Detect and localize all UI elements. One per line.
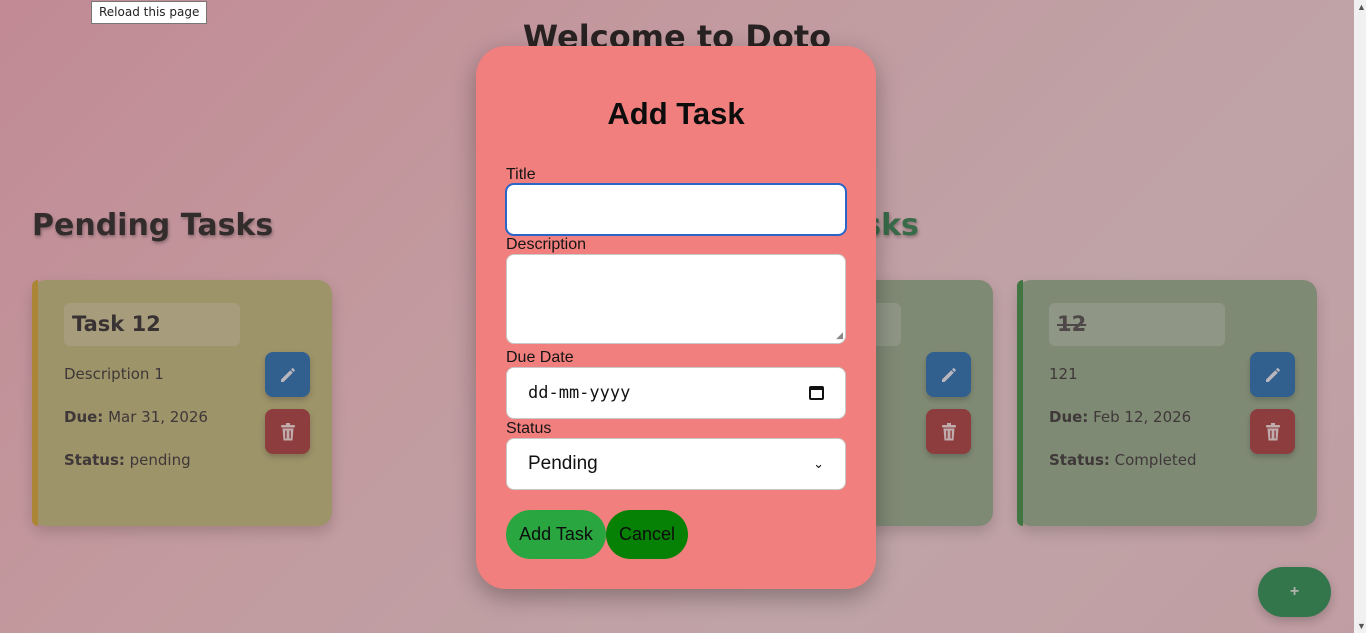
status-select[interactable]: Pending ⌄ — [506, 438, 846, 490]
modal-title: Add Task — [607, 96, 745, 131]
scroll-down-icon[interactable]: ▼ — [1357, 621, 1366, 631]
title-input[interactable] — [506, 184, 846, 235]
reload-tooltip: Reload this page — [91, 1, 208, 24]
status-label: Status — [506, 420, 552, 437]
due-date-placeholder: dd-mm-yyyy — [528, 383, 631, 403]
due-date-label: Due Date — [506, 349, 574, 366]
description-textarea[interactable]: ◢ — [506, 254, 846, 344]
description-label: Description — [506, 236, 587, 253]
cancel-button[interactable]: Cancel — [606, 510, 688, 559]
title-label: Title — [506, 166, 536, 183]
calendar-icon[interactable] — [809, 386, 824, 400]
add-task-modal: Add Task Title Description ◢ Due Date dd… — [476, 46, 876, 589]
vertical-scrollbar[interactable]: ▲ ▼ — [1354, 0, 1366, 633]
status-selected-value: Pending — [528, 453, 598, 474]
scroll-up-icon[interactable]: ▲ — [1357, 2, 1366, 12]
due-date-input[interactable]: dd-mm-yyyy — [506, 367, 846, 419]
chevron-down-icon: ⌄ — [813, 456, 824, 471]
add-task-button[interactable]: Add Task — [506, 510, 606, 559]
resize-handle-icon[interactable]: ◢ — [836, 330, 843, 341]
